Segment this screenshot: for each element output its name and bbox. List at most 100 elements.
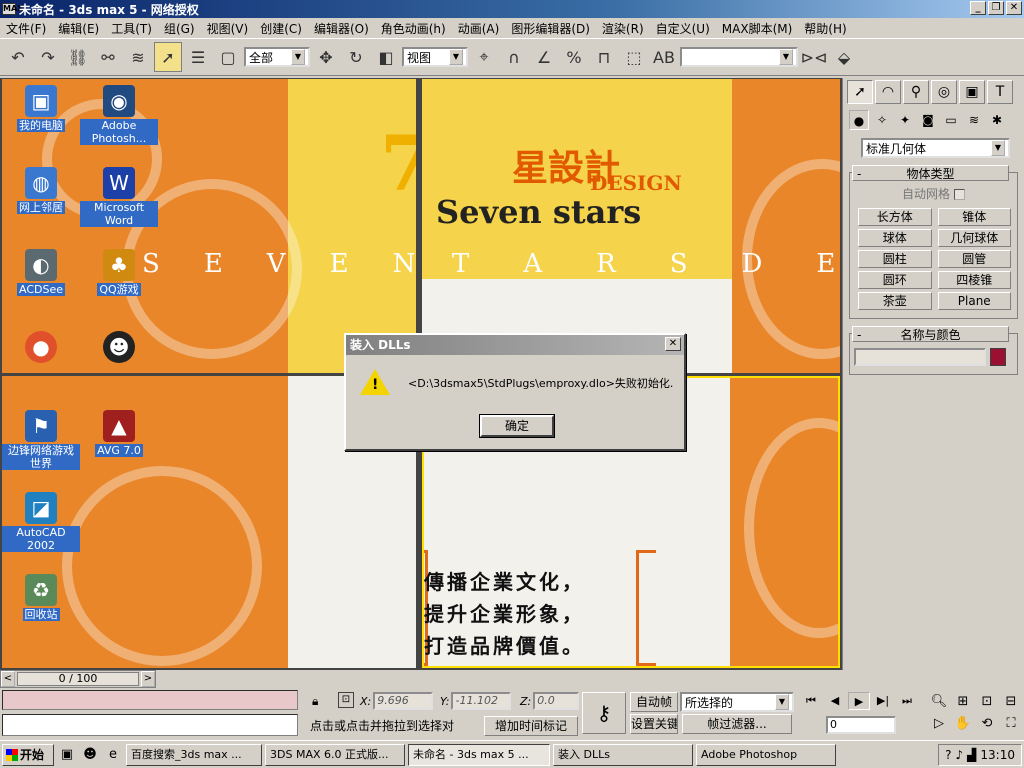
display-tab-icon[interactable]: ▣: [959, 80, 985, 104]
add-time-tag-button[interactable]: 增加时间标记: [484, 716, 578, 736]
task-baidu[interactable]: 百度搜索_3ds max ...: [126, 743, 262, 766]
motion-tab-icon[interactable]: ◎: [931, 80, 957, 104]
menu-modifiers[interactable]: 编辑器(O): [308, 20, 375, 37]
select-icon[interactable]: ➚: [154, 42, 182, 72]
maximize-viewport-icon[interactable]: ⛶: [1000, 714, 1022, 734]
key-filters-button[interactable]: 帧过滤器...: [682, 714, 792, 734]
bind-spacewarp-icon[interactable]: ≋: [124, 42, 152, 72]
next-key-icon[interactable]: ▶|: [872, 692, 894, 710]
close-button[interactable]: ✕: [1006, 1, 1022, 15]
restore-button[interactable]: ❐: [988, 1, 1004, 15]
desktop-icon-word[interactable]: W Microsoft Word: [80, 167, 158, 227]
torus-button[interactable]: 圆环: [858, 271, 932, 289]
helpers-icon[interactable]: ▭: [941, 110, 961, 130]
utilities-tab-icon[interactable]: T: [987, 80, 1013, 104]
select-by-name-icon[interactable]: ☰: [184, 42, 212, 72]
go-to-start-icon[interactable]: ⏮: [800, 692, 822, 710]
hierarchy-tab-icon[interactable]: ⚲: [903, 80, 929, 104]
dialog-close-button[interactable]: ✕: [665, 337, 681, 351]
time-slider[interactable]: < 0 / 100 >: [0, 670, 156, 688]
menu-group[interactable]: 组(G): [158, 20, 201, 37]
ie-quicklaunch-icon[interactable]: e: [103, 745, 123, 765]
pyramid-button[interactable]: 四棱锥: [937, 271, 1011, 289]
ok-button[interactable]: 确定: [479, 414, 555, 438]
menu-animation[interactable]: 动画(A): [452, 20, 506, 37]
plane-button[interactable]: Plane: [937, 292, 1011, 310]
menu-edit[interactable]: 编辑(E): [52, 20, 105, 37]
viewport-top[interactable]: 7 S E V E N S ▣ 我的电脑 ◉ Adobe Photosh... …: [2, 79, 416, 373]
set-key-icon[interactable]: ⚷: [582, 692, 626, 734]
link-icon[interactable]: ⛓: [64, 42, 92, 72]
sphere-button[interactable]: 球体: [858, 229, 932, 247]
zoom-all-icon[interactable]: ⊞: [952, 692, 974, 712]
arc-rotate-icon[interactable]: ⟲: [976, 714, 998, 734]
play-icon[interactable]: ▶: [848, 692, 870, 710]
viewport-front[interactable]: 星設計 DESIGN Seven stars T A R S D E S: [422, 79, 840, 373]
menu-customize[interactable]: 自定义(U): [650, 20, 716, 37]
maxscript-listener-output[interactable]: [2, 690, 298, 710]
geometry-icon[interactable]: ●: [849, 110, 869, 130]
zoom-icon[interactable]: 🔍︎: [928, 692, 950, 712]
spinner-snap-icon[interactable]: ⊓: [590, 42, 618, 72]
lights-icon[interactable]: ✦: [895, 110, 915, 130]
start-button[interactable]: 开始: [2, 743, 54, 766]
desktop-icon-qq[interactable]: ☻: [80, 331, 158, 365]
desktop-icon-recycle-bin[interactable]: ♻ 回收站: [2, 574, 80, 621]
shapes-icon[interactable]: ✧: [872, 110, 892, 130]
percent-snap-icon[interactable]: %: [560, 42, 588, 72]
desktop-quicklaunch-icon[interactable]: ▣: [57, 745, 77, 765]
named-selection-dropdown[interactable]: ▼: [680, 47, 798, 67]
zoom-extents-icon[interactable]: ⊡: [976, 692, 998, 712]
desktop-icon-my-computer[interactable]: ▣ 我的电脑: [2, 85, 80, 132]
desktop-icon-photoshop[interactable]: ◉ Adobe Photosh...: [80, 85, 158, 145]
menu-help[interactable]: 帮助(H): [798, 20, 852, 37]
teapot-button[interactable]: 茶壶: [858, 292, 932, 310]
named-selection-icon[interactable]: ⬚: [620, 42, 648, 72]
object-name-field[interactable]: [854, 348, 986, 366]
selection-lock-icon[interactable]: ⊡: [338, 692, 354, 708]
edit-named-selection-icon[interactable]: AB: [650, 42, 678, 72]
maxscript-listener-input[interactable]: [2, 714, 298, 736]
menu-tools[interactable]: 工具(T): [105, 20, 158, 37]
desktop-icon-avg[interactable]: ▲ AVG 7.0: [80, 410, 158, 457]
zoom-extents-all-icon[interactable]: ⊟: [1000, 692, 1022, 712]
category-dropdown[interactable]: 标准几何体 ▼: [861, 138, 1010, 158]
auto-key-button[interactable]: 自动帧: [630, 692, 678, 712]
reference-coord-dropdown[interactable]: 视图 ▼: [402, 47, 468, 67]
name-color-header[interactable]: - 名称与颜色: [852, 326, 1009, 342]
region-select-icon[interactable]: ▢: [214, 42, 242, 72]
geosphere-button[interactable]: 几何球体: [937, 229, 1011, 247]
desktop-icon-network[interactable]: ◍ 网上邻居: [2, 167, 80, 214]
pivot-center-icon[interactable]: ⌖: [470, 42, 498, 72]
select-scale-icon[interactable]: ◧: [372, 42, 400, 72]
menu-graph-editors[interactable]: 图形编辑器(D): [505, 20, 596, 37]
angle-snap-icon[interactable]: ∠: [530, 42, 558, 72]
modify-tab-icon[interactable]: ◠: [875, 80, 901, 104]
frame-counter[interactable]: 0 / 100: [17, 672, 139, 686]
autogrid-checkbox[interactable]: [954, 189, 965, 200]
pan-icon[interactable]: ✋: [952, 714, 974, 734]
y-coord-field[interactable]: -11.102: [451, 692, 512, 710]
network-tray-icon[interactable]: ▟: [967, 748, 976, 762]
redo-icon[interactable]: ↷: [34, 42, 62, 72]
x-coord-field[interactable]: 9.696: [373, 692, 434, 710]
menu-create[interactable]: 创建(C): [254, 20, 308, 37]
minimize-button[interactable]: _: [970, 1, 986, 15]
prev-frame-icon[interactable]: <: [1, 671, 15, 687]
menu-character[interactable]: 角色动画(h): [375, 20, 452, 37]
lock-icon[interactable]: 🔒︎: [312, 694, 318, 709]
cameras-icon[interactable]: ◙: [918, 110, 938, 130]
task-3dsmax6-web[interactable]: 3DS MAX 6.0 正式版...: [265, 743, 405, 766]
unlink-icon[interactable]: ⚯: [94, 42, 122, 72]
qq-quicklaunch-icon[interactable]: ☻: [80, 745, 100, 765]
task-3dsmax5[interactable]: 未命名 - 3ds max 5 ...: [408, 743, 550, 766]
desktop-icon-qq-game[interactable]: ♣ QQ游戏: [80, 249, 158, 296]
spacewarps-icon[interactable]: ≋: [964, 110, 984, 130]
box-button[interactable]: 长方体: [858, 208, 932, 226]
menu-maxscript[interactable]: MAX脚本(M): [716, 20, 799, 37]
task-load-dlls[interactable]: 装入 DLLs: [553, 743, 693, 766]
snap-3d-icon[interactable]: ∩: [500, 42, 528, 72]
desktop-icon-autocad[interactable]: ◪ AutoCAD 2002: [2, 492, 80, 552]
cylinder-button[interactable]: 圆柱: [858, 250, 932, 268]
desktop-icon-game-world[interactable]: ⚑ 边锋网络游戏世界: [2, 410, 80, 470]
